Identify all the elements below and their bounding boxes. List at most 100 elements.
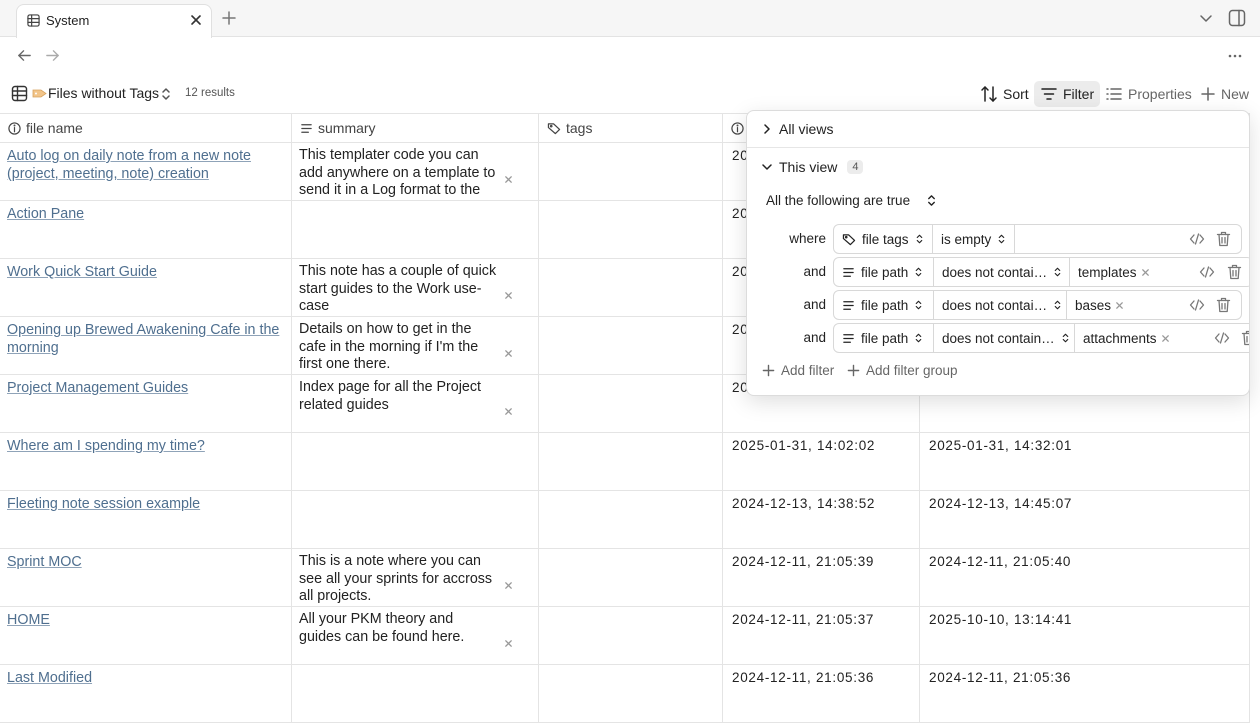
table-row[interactable]: HOME All your PKM theory and guides can b… bbox=[0, 607, 1250, 665]
clear-icon[interactable] bbox=[504, 349, 513, 358]
file-link[interactable]: Fleeting note session example bbox=[7, 496, 200, 512]
clear-icon[interactable] bbox=[504, 581, 513, 590]
file-link[interactable]: Auto log on daily note from a new note (… bbox=[7, 148, 251, 182]
close-icon[interactable] bbox=[1161, 334, 1170, 343]
cell-tags[interactable] bbox=[539, 259, 723, 317]
cell-summary[interactable] bbox=[292, 665, 539, 723]
code-icon[interactable] bbox=[1199, 264, 1215, 280]
filter-button[interactable]: Filter bbox=[1034, 81, 1101, 107]
code-icon[interactable] bbox=[1189, 231, 1205, 247]
cell-tags[interactable] bbox=[539, 491, 723, 549]
view-selector[interactable]: Files without Tags bbox=[48, 85, 159, 101]
trash-icon[interactable] bbox=[1216, 297, 1231, 313]
value-chip: bases bbox=[1075, 298, 1124, 313]
cell-summary[interactable]: All your PKM theory and guides can be fo… bbox=[292, 607, 539, 665]
add-filter-group-button[interactable]: Add filter group bbox=[847, 363, 958, 378]
chevron-down-icon[interactable] bbox=[1199, 11, 1213, 25]
table-row[interactable]: Sprint MOC This is a note where you can s… bbox=[0, 549, 1250, 607]
ellipsis-icon[interactable] bbox=[1227, 48, 1243, 64]
table-row[interactable]: Last Modified 2024-12-11, 21:05:36 2024-12… bbox=[0, 665, 1250, 723]
file-link[interactable]: Opening up Brewed Awakening Cafe in the … bbox=[7, 322, 279, 356]
file-link[interactable]: HOME bbox=[7, 612, 50, 628]
table-icon bbox=[27, 14, 40, 27]
filter-label: Filter bbox=[1063, 86, 1095, 102]
filter-operator-select[interactable]: does not contai… bbox=[934, 258, 1070, 286]
close-icon[interactable] bbox=[1141, 268, 1150, 277]
clear-icon[interactable] bbox=[504, 291, 513, 300]
filter-value-field[interactable]: attachments bbox=[1075, 324, 1205, 352]
cell-tags[interactable] bbox=[539, 317, 723, 375]
this-view-section[interactable]: This view 4 bbox=[747, 148, 1249, 185]
cell-summary[interactable] bbox=[292, 201, 539, 259]
cell-tags[interactable] bbox=[539, 607, 723, 665]
cell-summary[interactable]: This templater code you can add anywhere… bbox=[292, 143, 539, 201]
text-lines-icon bbox=[842, 332, 855, 345]
tab-system[interactable]: System bbox=[16, 4, 212, 38]
filter-row-label: and bbox=[803, 297, 826, 312]
cell-summary[interactable]: Details on how to get in the cafe in the… bbox=[292, 317, 539, 375]
cell-tags[interactable] bbox=[539, 201, 723, 259]
chevron-updown-icon bbox=[926, 194, 937, 207]
filter-property-select[interactable]: file path bbox=[834, 324, 934, 352]
created-date: 2025-01-31, 14:02:02 bbox=[732, 438, 876, 453]
value-chip-label: templates bbox=[1078, 264, 1137, 280]
cell-tags[interactable] bbox=[539, 433, 723, 491]
file-link[interactable]: Sprint MOC bbox=[7, 554, 82, 570]
sidebar-toggle-icon[interactable] bbox=[1228, 9, 1246, 27]
trash-icon[interactable] bbox=[1227, 264, 1242, 280]
table-row[interactable]: Fleeting note session example 2024-12-13,… bbox=[0, 491, 1250, 549]
plus-icon bbox=[762, 364, 775, 377]
code-icon[interactable] bbox=[1189, 297, 1205, 313]
new-tab-plus-icon[interactable] bbox=[221, 10, 237, 26]
filter-operator-select[interactable]: does not contain… bbox=[934, 324, 1075, 352]
table-row[interactable]: Where am I spending my time? 2025-01-31, … bbox=[0, 433, 1250, 491]
file-link[interactable]: Last Modified bbox=[7, 670, 92, 686]
trash-icon[interactable] bbox=[1216, 231, 1231, 247]
cell-summary[interactable]: This note has a couple of quick start gu… bbox=[292, 259, 539, 317]
cell-summary[interactable] bbox=[292, 433, 539, 491]
filter-property-select[interactable]: file path bbox=[834, 291, 934, 319]
modified-date: 2025-01-31, 14:32:01 bbox=[929, 438, 1073, 453]
column-header-tags[interactable]: tags bbox=[539, 113, 723, 143]
filter-operator-select[interactable]: does not contai… bbox=[934, 291, 1067, 319]
sort-button[interactable]: Sort bbox=[974, 81, 1035, 107]
created-date: 2024-12-11, 21:05:37 bbox=[732, 612, 875, 627]
clear-icon[interactable] bbox=[504, 175, 513, 184]
modified-date: 2024-12-13, 14:45:07 bbox=[929, 496, 1073, 511]
arrow-left-icon[interactable] bbox=[17, 48, 32, 63]
column-header-file-name[interactable]: file name bbox=[0, 113, 292, 143]
file-link[interactable]: Project Management Guides bbox=[7, 380, 188, 396]
file-link[interactable]: Action Pane bbox=[7, 206, 84, 222]
file-link[interactable]: Where am I spending my time? bbox=[7, 438, 205, 454]
cell-summary[interactable] bbox=[292, 491, 539, 549]
code-icon[interactable] bbox=[1214, 330, 1230, 346]
filter-property-select[interactable]: file path bbox=[834, 258, 934, 286]
column-header-summary[interactable]: summary bbox=[292, 113, 539, 143]
trash-icon[interactable] bbox=[1241, 330, 1249, 346]
filter-operator-select[interactable]: is empty bbox=[933, 225, 1015, 253]
new-button[interactable]: New bbox=[1194, 81, 1255, 107]
add-filter-button[interactable]: Add filter bbox=[762, 363, 834, 378]
arrow-right-icon[interactable] bbox=[45, 48, 60, 63]
cell-summary[interactable]: This is a note where you can see all you… bbox=[292, 549, 539, 607]
conjunction-select[interactable]: All the following are true bbox=[766, 193, 937, 208]
close-icon[interactable] bbox=[189, 13, 203, 27]
cell-tags[interactable] bbox=[539, 665, 723, 723]
table-view-icon[interactable] bbox=[11, 85, 28, 102]
filter-property-select[interactable]: file tags bbox=[834, 225, 933, 253]
cell-tags[interactable] bbox=[539, 375, 723, 433]
filter-value-field[interactable]: bases bbox=[1067, 291, 1177, 319]
all-views-section[interactable]: All views bbox=[747, 111, 1249, 148]
properties-button[interactable]: Properties bbox=[1099, 81, 1198, 107]
clear-icon[interactable] bbox=[504, 407, 513, 416]
cell-tags[interactable] bbox=[539, 143, 723, 201]
cell-tags[interactable] bbox=[539, 549, 723, 607]
chevron-updown-icon[interactable] bbox=[160, 87, 172, 101]
cell-created: 2024-12-11, 21:05:37 bbox=[723, 607, 920, 665]
close-icon[interactable] bbox=[1115, 301, 1124, 310]
filter-value-field[interactable]: templates bbox=[1070, 258, 1190, 286]
file-link[interactable]: Work Quick Start Guide bbox=[7, 264, 157, 280]
cell-summary[interactable]: Index page for all the Project related g… bbox=[292, 375, 539, 433]
clear-icon[interactable] bbox=[504, 639, 513, 648]
column-label: summary bbox=[318, 120, 376, 136]
